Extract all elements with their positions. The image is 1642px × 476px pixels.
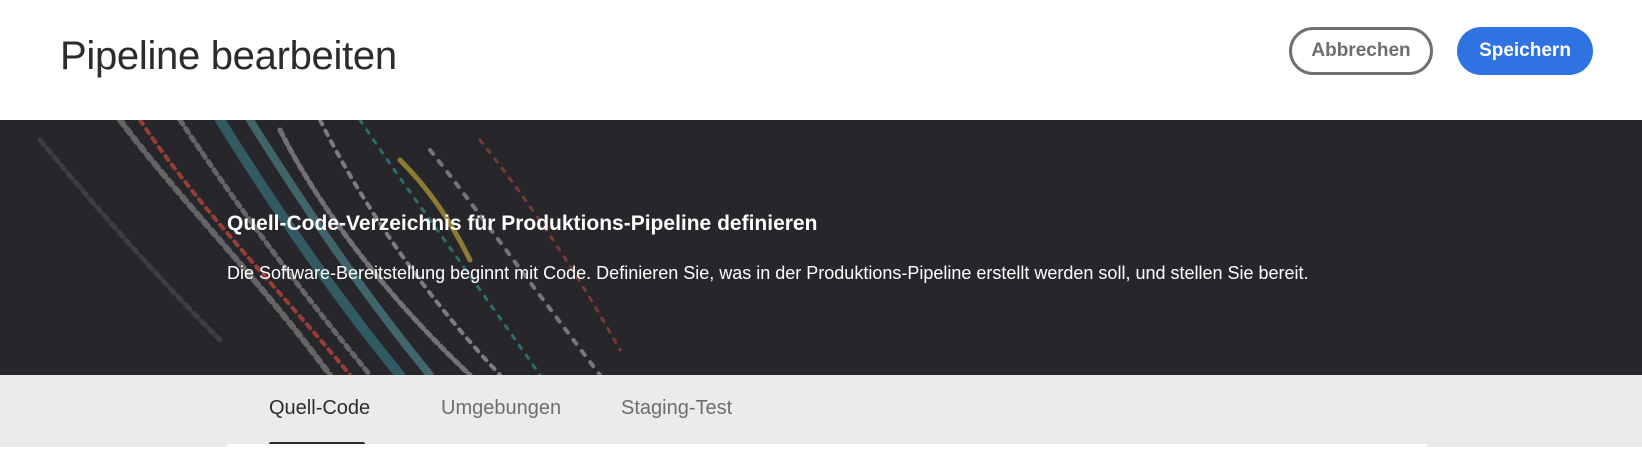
- cancel-button[interactable]: Abbrechen: [1289, 27, 1433, 75]
- hero-title: Quell-Code-Verzeichnis für Produktions-P…: [227, 212, 818, 235]
- page-header: Pipeline bearbeiten Abbrechen Speichern: [0, 0, 1642, 120]
- content-card: [227, 444, 1427, 476]
- hero-description: Die Software-Bereitstellung beginnt mit …: [227, 263, 1309, 283]
- tab-quell-code[interactable]: Quell-Code: [269, 397, 370, 420]
- hero-background-art: [0, 120, 1642, 375]
- page-title: Pipeline bearbeiten: [60, 34, 397, 78]
- tab-umgebungen[interactable]: Umgebungen: [441, 397, 561, 420]
- tab-bar: Quell-Code Umgebungen Staging-Test: [0, 375, 1642, 447]
- tab-staging-test[interactable]: Staging-Test: [621, 397, 732, 420]
- hero-banner: Quell-Code-Verzeichnis für Produktions-P…: [0, 120, 1642, 375]
- save-button[interactable]: Speichern: [1457, 27, 1593, 75]
